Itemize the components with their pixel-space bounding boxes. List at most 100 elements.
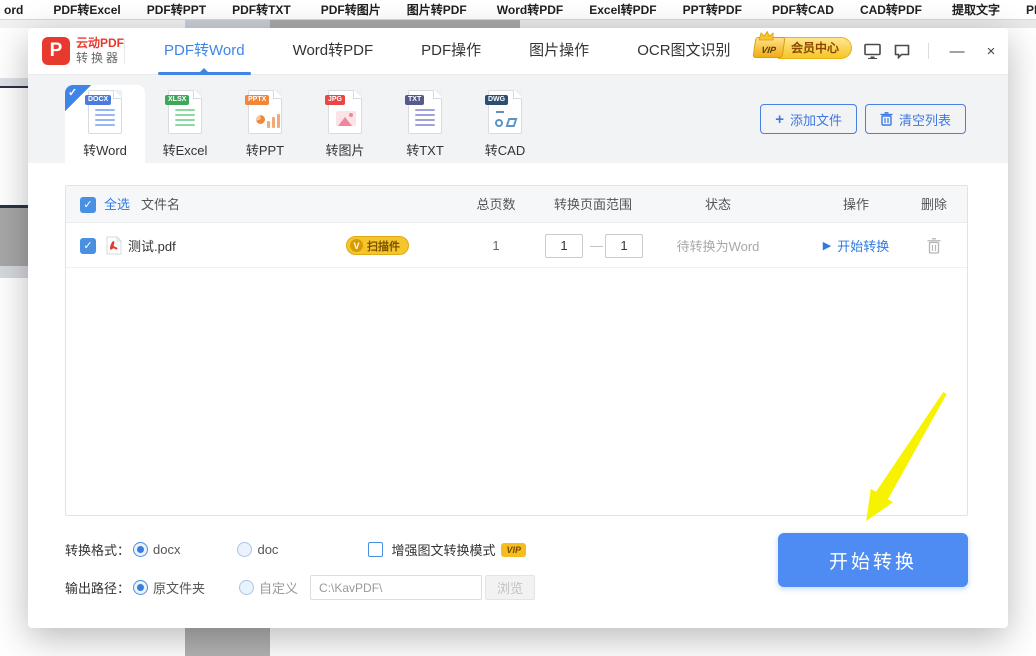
file-list: ✓ 全选 文件名 总页数 转换页面范围 状态 操作 删除 ✓ 测试.pdf V: [65, 185, 968, 516]
table-row: ✓ 测试.pdf V 扫描件 1 — 待转换为Word: [66, 223, 967, 268]
row-checkbox[interactable]: ✓: [80, 223, 96, 268]
format-tab-image[interactable]: JPG 转图片: [305, 85, 385, 163]
top-tab-image-to-pdf[interactable]: 图片转PDF: [394, 1, 480, 18]
row-convert-label: 开始转换: [837, 236, 889, 255]
add-files-label: 添加文件: [790, 110, 842, 129]
picture-icon: [336, 111, 356, 126]
output-path-label: 输出路径：: [65, 578, 133, 597]
page-fold-icon: [273, 90, 282, 99]
doc-lines-icon: [415, 109, 435, 129]
page-fold-icon: [113, 90, 122, 99]
background-window-edge: [0, 78, 28, 88]
screen: ord PDF转Excel PDF转PPT PDF转TXT PDF转图片 图片转…: [0, 0, 1036, 656]
check-icon: ✓: [83, 198, 92, 211]
page-fold-icon: [433, 90, 442, 99]
enhance-mode-checkbox[interactable]: [368, 542, 383, 557]
vip-feature-badge: VIP: [501, 543, 526, 557]
file-list-header: ✓ 全选 文件名 总页数 转换页面范围 状态 操作 删除: [66, 186, 967, 223]
top-tab-extract-text[interactable]: 提取文字: [939, 1, 1013, 18]
radio-docx-label[interactable]: docx: [153, 542, 180, 557]
feedback-chat-icon[interactable]: [892, 41, 912, 61]
output-path-row: 输出路径： 原文件夹 自定义 浏览: [65, 575, 535, 600]
top-tab-pdf-to-word-partial[interactable]: ord: [0, 3, 36, 17]
column-header-delete: 删除: [921, 186, 947, 223]
radio-original-folder-label[interactable]: 原文件夹: [153, 578, 205, 597]
top-tab-ppt-to-pdf[interactable]: PPT转PDF: [670, 1, 755, 18]
format-tab-label: 转图片: [305, 140, 385, 159]
vip-member-center-button[interactable]: VIP 会员中心: [754, 35, 852, 60]
nav-tab-word-to-pdf[interactable]: Word转PDF: [269, 28, 398, 75]
file-ext-badge: PPTX: [245, 95, 269, 105]
top-tab-cad-to-pdf[interactable]: CAD转PDF: [847, 1, 935, 18]
pie-chart-icon: [256, 115, 265, 124]
format-tab-ppt[interactable]: PPTX 转PPT: [225, 85, 305, 163]
start-convert-button[interactable]: 开始转换: [778, 533, 968, 587]
range-start-input[interactable]: [545, 223, 583, 268]
top-tab-pdf-compress[interactable]: PDF压缩: [1013, 1, 1036, 18]
converter-window: P 云动PDF 转换器 PDF转Word Word转PDF PDF操作: [28, 28, 1008, 628]
radio-custom-folder-label[interactable]: 自定义: [259, 578, 298, 597]
column-header-status: 状态: [705, 186, 731, 223]
app-name: 云动PDF: [76, 36, 124, 51]
app-logo-text: 云动PDF 转换器: [76, 36, 124, 66]
top-tab-pdf-to-txt[interactable]: PDF转TXT: [219, 1, 304, 18]
file-ext-badge: TXT: [405, 95, 424, 105]
active-tab-caret-icon: [200, 68, 208, 72]
range-dash: —: [586, 223, 607, 268]
app-logo-icon: P: [42, 37, 70, 65]
nav-tab-ocr[interactable]: OCR图文识别: [613, 28, 754, 75]
enhance-mode-label[interactable]: 增强图文转换模式: [391, 540, 495, 559]
nav-tab-pdf-to-word[interactable]: PDF转Word: [140, 28, 269, 75]
plus-icon: +: [775, 112, 784, 127]
row-convert-button[interactable]: ▶ 开始转换: [823, 223, 889, 268]
top-tab-pdf-to-cad[interactable]: PDF转CAD: [759, 1, 847, 18]
main-nav: PDF转Word Word转PDF PDF操作 图片操作 OCR图文识别: [140, 28, 755, 75]
doc-lines-icon: [95, 109, 115, 129]
nav-tab-image-ops[interactable]: 图片操作: [505, 28, 613, 75]
convert-format-label: 转换格式：: [65, 540, 133, 559]
top-tab-pdf-to-excel[interactable]: PDF转Excel: [40, 1, 133, 18]
txt-doc-icon: TXT: [408, 90, 442, 134]
screen-share-icon[interactable]: [862, 41, 882, 61]
radio-custom-folder[interactable]: [239, 580, 254, 595]
clear-list-button[interactable]: 清空列表: [865, 104, 966, 134]
close-button[interactable]: ×: [979, 41, 1003, 61]
radio-doc[interactable]: [237, 542, 252, 557]
ppt-doc-icon: PPTX: [248, 90, 282, 134]
top-tab-word-to-pdf[interactable]: Word转PDF: [484, 1, 576, 18]
top-tab-pdf-to-ppt[interactable]: PDF转PPT: [134, 1, 219, 18]
format-tab-label: 转Word: [65, 140, 145, 159]
status-text: 待转换为Word: [677, 223, 760, 268]
select-all-checkbox[interactable]: ✓: [80, 196, 96, 213]
add-files-button[interactable]: + 添加文件: [760, 104, 857, 134]
browse-button[interactable]: 浏览: [485, 575, 535, 600]
format-tab-word[interactable]: ✓ DOCX 转Word: [65, 85, 145, 163]
format-tab-strip: ✓ DOCX 转Word XLSX 转Excel PPTX: [28, 75, 1008, 163]
nav-tab-pdf-ops[interactable]: PDF操作: [397, 28, 505, 75]
output-path-input[interactable]: [310, 575, 482, 600]
page-fold-icon: [353, 90, 362, 99]
format-tab-txt[interactable]: TXT 转TXT: [385, 85, 465, 163]
trash-icon: [880, 112, 893, 126]
scan-file-badge: V 扫描件: [346, 223, 409, 268]
cad-shapes-icon: [495, 111, 517, 127]
pdf-file-icon: [106, 223, 122, 268]
row-delete-button[interactable]: [927, 223, 941, 268]
radio-doc-label[interactable]: doc: [257, 542, 278, 557]
header-separator: [928, 43, 929, 59]
minimize-button[interactable]: —: [945, 41, 969, 61]
radio-original-folder[interactable]: [133, 580, 148, 595]
format-tab-cad[interactable]: DWG 转CAD: [465, 85, 545, 163]
image-doc-icon: JPG: [328, 90, 362, 134]
top-tab-excel-to-pdf[interactable]: Excel转PDF: [576, 1, 669, 18]
doc-lines-icon: [175, 109, 195, 129]
format-tab-excel[interactable]: XLSX 转Excel: [145, 85, 225, 163]
background-window-edge: [0, 208, 28, 266]
radio-docx[interactable]: [133, 542, 148, 557]
select-all-label[interactable]: 全选: [104, 186, 130, 223]
file-ext-badge: XLSX: [165, 95, 189, 105]
background-window-edge: [0, 266, 28, 278]
nav-tab-label: PDF操作: [421, 42, 481, 59]
top-tab-pdf-to-image[interactable]: PDF转图片: [308, 1, 394, 18]
range-end-input[interactable]: [605, 223, 643, 268]
